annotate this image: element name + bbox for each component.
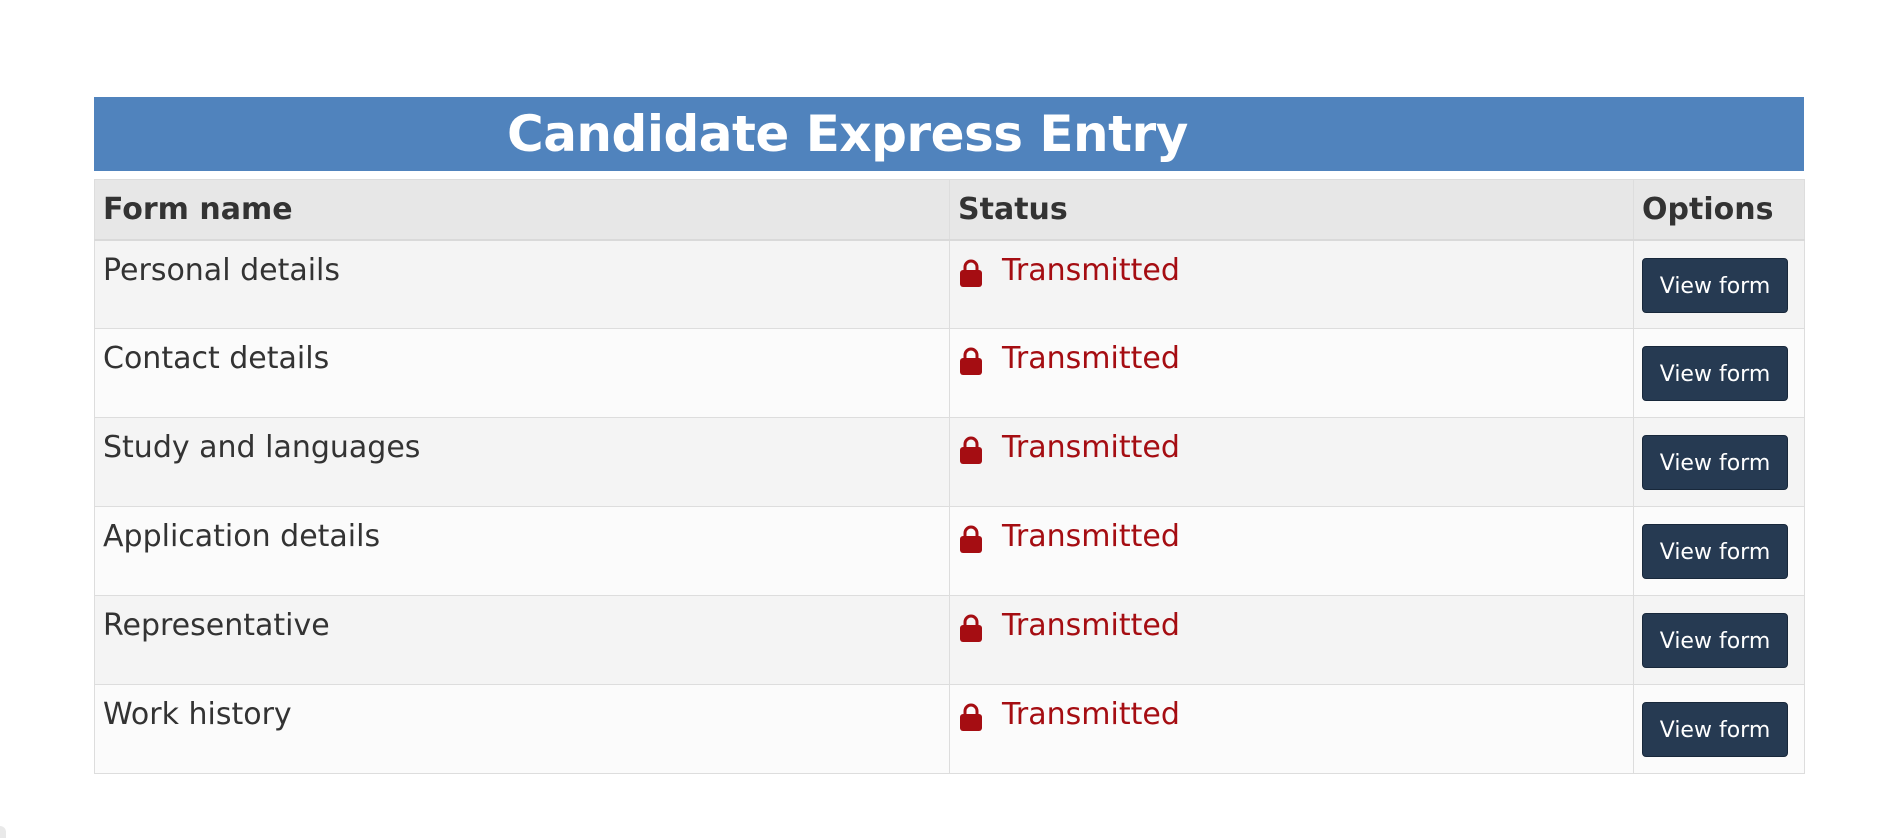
view-form-button[interactable]: View form (1642, 613, 1788, 668)
title-bar: Candidate Express Entry (94, 97, 1804, 171)
view-form-button[interactable]: View form (1642, 435, 1788, 490)
options-cell: View form (1633, 417, 1805, 507)
status-text: Transmitted (1002, 697, 1180, 732)
column-header-form-name: Form name (94, 179, 950, 241)
lock-icon (960, 347, 982, 375)
table-header-row: Form name Status Options (94, 179, 1805, 241)
lock-icon (960, 436, 982, 464)
table-row: Work history Transmitted View form (94, 684, 1805, 774)
lock-icon (960, 525, 982, 553)
status-badge: Transmitted (958, 697, 1633, 732)
status-cell: Transmitted (949, 328, 1634, 418)
column-header-options: Options (1633, 179, 1805, 241)
form-name-cell: Contact details (94, 328, 950, 418)
table-row: Contact details Transmitted View form (94, 328, 1805, 418)
column-header-status: Status (949, 179, 1634, 241)
forms-table: Form name Status Options Personal detail… (94, 179, 1805, 774)
status-badge: Transmitted (958, 253, 1633, 288)
table-row: Study and languages Transmitted View for… (94, 417, 1805, 507)
status-badge: Transmitted (958, 430, 1633, 465)
forms-panel: Candidate Express Entry Form name Status… (94, 97, 1805, 774)
status-badge: Transmitted (958, 519, 1633, 554)
form-name-cell: Representative (94, 595, 950, 685)
title-gap (94, 171, 1804, 179)
form-name-cell: Work history (94, 684, 950, 774)
form-name-cell: Study and languages (94, 417, 950, 507)
view-form-button[interactable]: View form (1642, 702, 1788, 757)
lock-icon (960, 703, 982, 731)
form-name-cell: Personal details (94, 239, 950, 329)
corner-divider (0, 826, 6, 838)
options-cell: View form (1633, 684, 1805, 774)
form-name-cell: Application details (94, 506, 950, 596)
status-text: Transmitted (1002, 341, 1180, 376)
status-text: Transmitted (1002, 519, 1180, 554)
lock-icon (960, 259, 982, 287)
status-cell: Transmitted (949, 417, 1634, 507)
page-title: Candidate Express Entry (507, 105, 1188, 163)
status-text: Transmitted (1002, 430, 1180, 465)
options-cell: View form (1633, 506, 1805, 596)
options-cell: View form (1633, 328, 1805, 418)
status-badge: Transmitted (958, 341, 1633, 376)
status-cell: Transmitted (949, 506, 1634, 596)
status-text: Transmitted (1002, 252, 1180, 288)
status-cell: Transmitted (949, 239, 1634, 329)
table-row: Representative Transmitted View form (94, 595, 1805, 685)
view-form-button[interactable]: View form (1642, 524, 1788, 579)
view-form-button[interactable]: View form (1642, 257, 1788, 313)
options-cell: View form (1633, 239, 1805, 329)
table-row: Personal details Transmitted View form (94, 239, 1805, 329)
status-cell: Transmitted (949, 595, 1634, 685)
view-form-button[interactable]: View form (1642, 346, 1788, 401)
table-row: Application details Transmitted View for… (94, 506, 1805, 596)
status-cell: Transmitted (949, 684, 1634, 774)
lock-icon (960, 614, 982, 642)
status-badge: Transmitted (958, 608, 1633, 643)
status-text: Transmitted (1002, 608, 1180, 643)
options-cell: View form (1633, 595, 1805, 685)
